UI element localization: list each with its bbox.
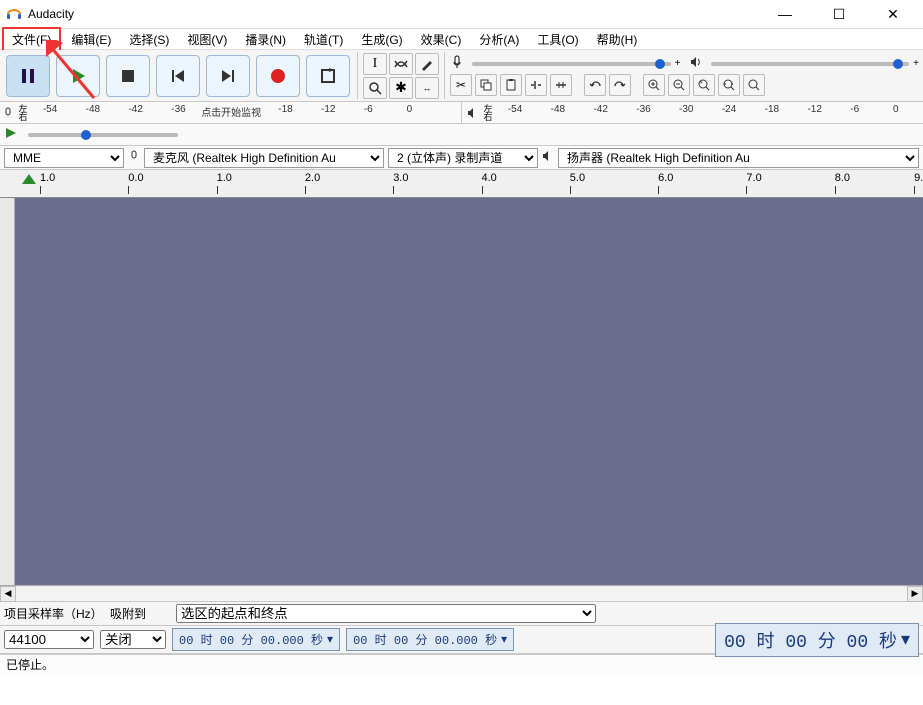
selection-tool[interactable]: I <box>363 53 387 75</box>
zoom-toggle-button[interactable] <box>743 74 765 96</box>
rec-device-mic-icon <box>128 150 140 165</box>
playhead-pin-icon[interactable] <box>22 174 36 191</box>
rec-meter-mic-icon <box>0 107 16 119</box>
multi-tool[interactable]: ↔ <box>415 77 439 99</box>
play-meter-scale: -54 -48 -42 -36 -30 -24 -18 -12 -6 0 <box>495 103 923 123</box>
pause-button[interactable] <box>6 55 50 97</box>
play-at-speed <box>0 124 923 146</box>
skip-start-button[interactable] <box>156 55 200 97</box>
menu-tools[interactable]: 工具(O) <box>529 29 586 50</box>
scroll-right-button[interactable]: ▶ <box>907 586 923 602</box>
cut-button[interactable]: ✂ <box>450 74 472 96</box>
snap-to-label: 吸附到 <box>110 605 170 622</box>
app-title: Audacity <box>28 7 767 21</box>
zoom-in-button[interactable] <box>643 74 665 96</box>
loop-button[interactable] <box>306 55 350 97</box>
playback-speed-slider[interactable] <box>28 133 178 137</box>
window-controls: — ☐ ✕ <box>767 4 917 24</box>
menu-view[interactable]: 视图(V) <box>179 29 235 50</box>
menu-select[interactable]: 选择(S) <box>121 29 177 50</box>
mic-icon <box>450 55 464 72</box>
recording-device-select[interactable]: 麦克风 (Realtek High Definition Au <box>144 148 384 168</box>
recording-channels-select[interactable]: 2 (立体声) 录制声道 <box>388 148 538 168</box>
menu-transport[interactable]: 播录(N) <box>237 29 294 50</box>
selection-start-time[interactable]: 00 时 00 分 00.000 秒▾ <box>172 628 340 651</box>
recording-meter[interactable]: 左右 -54 -48 -42 -36 点击开始监视 -18 -12 -6 0 左… <box>0 102 923 124</box>
track-canvas[interactable] <box>0 198 923 586</box>
track-panel-area <box>0 198 15 585</box>
edit-toolbar: ✂ <box>450 74 919 96</box>
trim-button[interactable] <box>525 74 547 96</box>
fit-selection-button[interactable] <box>693 74 715 96</box>
copy-button[interactable] <box>475 74 497 96</box>
project-rate-label: 项目采样率（Hz） <box>4 605 104 622</box>
zoom-tool[interactable] <box>363 77 387 99</box>
play-device-speaker-icon <box>542 150 554 165</box>
play-button[interactable] <box>56 55 100 97</box>
minimize-button[interactable]: — <box>767 4 803 24</box>
playback-device-select[interactable]: 扬声器 (Realtek High Definition Au <box>558 148 919 168</box>
silence-button[interactable] <box>550 74 572 96</box>
menu-edit[interactable]: 编辑(E) <box>63 29 119 50</box>
play-meter-speaker-icon <box>465 107 481 119</box>
envelope-tool[interactable] <box>389 53 413 75</box>
close-button[interactable]: ✕ <box>875 4 911 24</box>
menu-tracks[interactable]: 轨道(T) <box>296 29 351 50</box>
undo-button[interactable] <box>584 74 606 96</box>
device-toolbar: MME 麦克风 (Realtek High Definition Au 2 (立… <box>0 146 923 170</box>
rec-meter-scale: -54 -48 -42 -36 点击开始监视 -18 -12 -6 0 <box>30 103 458 123</box>
status-text: 已停止。 <box>6 656 54 673</box>
play-meter-channels: 左右 <box>481 105 495 121</box>
main-toolbar: I ✱ ↔ + + ✂ <box>0 50 923 102</box>
snap-to-select[interactable]: 关闭 <box>100 630 166 649</box>
draw-tool[interactable] <box>415 53 439 75</box>
timeline-ruler[interactable]: 1.0 0.0 1.0 2.0 3.0 4.0 5.0 6.0 7.0 8.0 … <box>0 170 923 198</box>
menu-effect[interactable]: 效果(C) <box>413 29 470 50</box>
timeshift-tool[interactable]: ✱ <box>389 77 413 99</box>
tools-grid: I ✱ ↔ <box>363 53 439 99</box>
record-button[interactable] <box>256 55 300 97</box>
horizontal-scrollbar[interactable]: ◀ ▶ <box>0 586 923 602</box>
skip-end-button[interactable] <box>206 55 250 97</box>
redo-button[interactable] <box>609 74 631 96</box>
maximize-button[interactable]: ☐ <box>821 4 857 24</box>
menu-generate[interactable]: 生成(G) <box>353 29 410 50</box>
stop-button[interactable] <box>106 55 150 97</box>
app-logo <box>6 6 22 22</box>
rec-meter-channels: 左右 <box>16 105 30 121</box>
zoom-out-button[interactable] <box>668 74 690 96</box>
selection-mode-select[interactable]: 选区的起点和终点 <box>176 604 596 623</box>
audio-host-select[interactable]: MME <box>4 148 124 168</box>
rec-volume-slider[interactable] <box>472 62 671 66</box>
project-rate-select[interactable]: 44100 <box>4 630 94 649</box>
audio-position-time[interactable]: 00 时 00 分 00 秒▾ <box>715 623 919 657</box>
titlebar: Audacity — ☐ ✕ <box>0 0 923 28</box>
menu-help[interactable]: 帮助(H) <box>589 29 646 50</box>
fit-project-button[interactable] <box>718 74 740 96</box>
scroll-left-button[interactable]: ◀ <box>0 586 16 602</box>
menu-analyze[interactable]: 分析(A) <box>471 29 527 50</box>
speaker-icon <box>689 55 703 72</box>
menu-file[interactable]: 文件(F) <box>2 27 61 52</box>
paste-button[interactable] <box>500 74 522 96</box>
status-bar: 已停止。 <box>0 654 923 674</box>
selection-toolbar: 44100 关闭 00 时 00 分 00.000 秒▾ 00 时 00 分 0… <box>0 626 923 654</box>
play-volume-slider[interactable] <box>711 62 910 66</box>
menubar: 文件(F) 编辑(E) 选择(S) 视图(V) 播录(N) 轨道(T) 生成(G… <box>0 28 923 50</box>
selection-end-time[interactable]: 00 时 00 分 00.000 秒▾ <box>346 628 514 651</box>
play-at-speed-button[interactable] <box>4 126 18 143</box>
